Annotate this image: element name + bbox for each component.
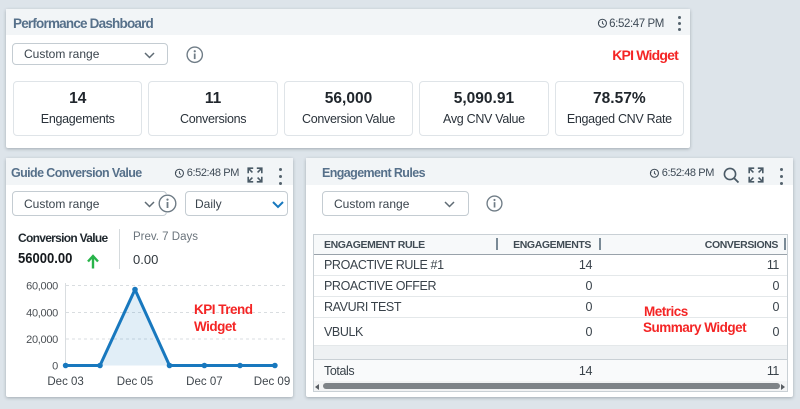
svg-text:Dec 03: Dec 03: [47, 376, 83, 388]
svg-text:20,000: 20,000: [26, 334, 58, 346]
svg-text:40,000: 40,000: [26, 308, 58, 320]
svg-text:0: 0: [52, 361, 58, 373]
svg-text:60,000: 60,000: [26, 281, 58, 293]
svg-text:Dec 09: Dec 09: [254, 376, 290, 388]
svg-text:Dec 05: Dec 05: [117, 376, 153, 388]
svg-text:Dec 07: Dec 07: [186, 376, 222, 388]
